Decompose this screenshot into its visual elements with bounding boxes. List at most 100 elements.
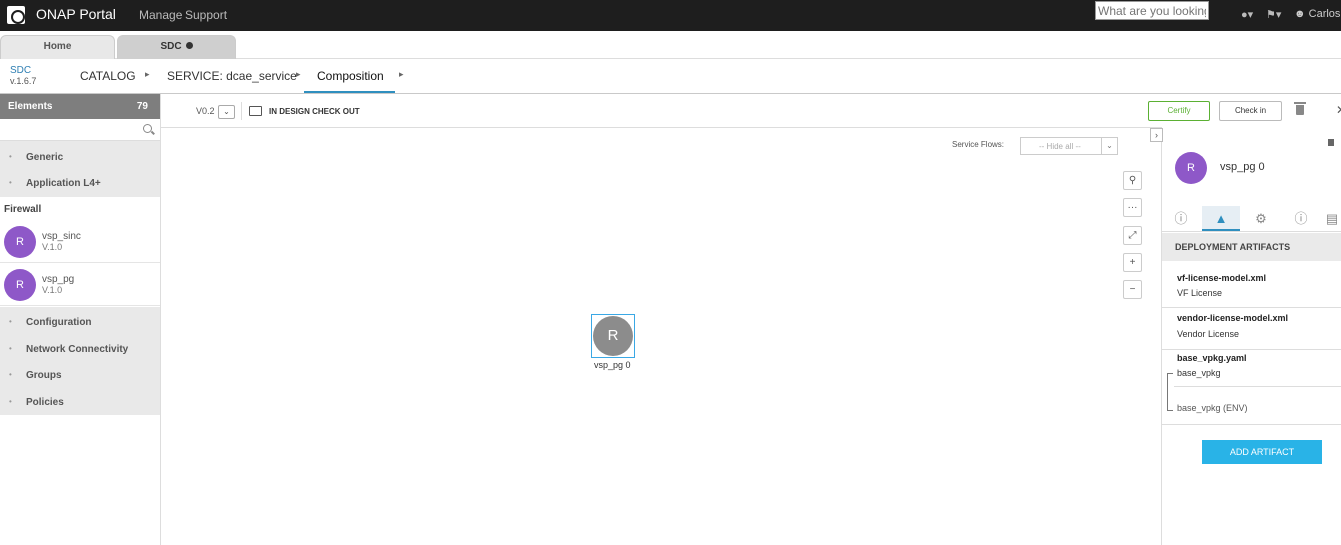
- artifact-name[interactable]: vf-license-model.xml: [1177, 273, 1266, 283]
- elements-title: Elements: [8, 101, 53, 112]
- chevron-down-icon: ⌄: [223, 107, 230, 116]
- service-flows-label: Service Flows:: [952, 140, 1005, 149]
- artifacts-icon[interactable]: ▲: [1202, 206, 1240, 231]
- category-application[interactable]: Application L4+: [26, 178, 101, 189]
- lightbulb-icon[interactable]: ●▾: [1241, 8, 1253, 21]
- bullet-icon: •: [9, 370, 12, 379]
- divider: [1162, 349, 1341, 350]
- breadcrumb-catalog[interactable]: CATALOG: [80, 69, 136, 83]
- details-panel: › R vsp_pg 0 ⓘ ▲ ⚙ ⓘ ▤ DEPLOYMENT ARTIFA…: [1150, 127, 1341, 545]
- user-icon: ☻: [1294, 8, 1306, 20]
- user-menu[interactable]: ☻ Carlos: [1294, 8, 1340, 20]
- deployment-artifacts-header: DEPLOYMENT ARTIFACTS: [1162, 233, 1341, 261]
- bullet-icon: •: [9, 152, 12, 161]
- chevron-down-icon: ⌄: [1101, 138, 1117, 154]
- divider: [1162, 307, 1341, 308]
- category-groups[interactable]: Groups: [26, 370, 62, 381]
- global-search-input[interactable]: [1095, 1, 1209, 20]
- node-label: vsp_pg 0: [594, 360, 631, 370]
- fit-screen-icon[interactable]: ⤢: [1123, 226, 1142, 245]
- composition-toolbar: V0.2 ⌄ IN DESIGN CHECK OUT Certify Check…: [161, 94, 1341, 128]
- component-vsp-pg[interactable]: R vsp_pg V.1.0: [0, 264, 160, 306]
- artifact-desc: Vendor License: [1177, 329, 1240, 339]
- artifact-name[interactable]: vendor-license-model.xml: [1177, 313, 1288, 323]
- trash-icon[interactable]: [1328, 139, 1334, 146]
- user-name: Carlos: [1308, 8, 1341, 20]
- panel-tabs: ⓘ ▲ ⚙ ⓘ ▤: [1162, 206, 1341, 232]
- tab-sdc[interactable]: SDC: [117, 35, 236, 59]
- details-icon[interactable]: ⓘ: [1282, 206, 1320, 231]
- trash-icon[interactable]: [1294, 102, 1306, 115]
- app-title[interactable]: ONAP Portal: [36, 6, 116, 22]
- category-policies[interactable]: Policies: [26, 397, 64, 408]
- onap-logo-icon: [7, 6, 25, 24]
- bullet-icon: •: [9, 317, 12, 326]
- add-artifact-button[interactable]: ADD ARTIFACT: [1202, 440, 1322, 464]
- gear-icon[interactable]: ⚙: [1242, 206, 1280, 231]
- breadcrumb-composition[interactable]: Composition: [317, 69, 384, 83]
- elements-count: 79: [136, 101, 148, 112]
- category-network-connectivity[interactable]: Network Connectivity: [26, 344, 128, 355]
- top-bar: ONAP Portal Manage Support ●▾ ⚑▾ ☻ Carlo…: [0, 0, 1341, 31]
- component-name: vsp_pg: [42, 274, 75, 285]
- category-configuration[interactable]: Configuration: [26, 317, 92, 328]
- lifecycle-status: IN DESIGN CHECK OUT: [269, 107, 360, 116]
- clipboard-icon[interactable]: ▤: [1322, 206, 1341, 231]
- bullet-icon: •: [9, 344, 12, 353]
- chevron-right-icon: ▸: [145, 69, 150, 79]
- toolbar-divider: [241, 102, 242, 120]
- chevron-right-icon: ▸: [399, 69, 404, 79]
- tree-connector: [1167, 373, 1173, 411]
- collapse-panel-icon[interactable]: ›: [1150, 128, 1163, 142]
- artifact-env[interactable]: base_vpkg (ENV): [1177, 403, 1248, 413]
- canvas-node[interactable]: R: [591, 314, 635, 358]
- active-crumb-underline: [304, 91, 395, 93]
- service-flows-select[interactable]: -- Hide all -- ⌄: [1020, 137, 1118, 155]
- elements-panel: Elements 79 • Generic • Application L4+ …: [0, 94, 161, 545]
- avatar: R: [1175, 152, 1207, 184]
- certify-button[interactable]: Certify: [1148, 101, 1210, 121]
- section-title: DEPLOYMENT ARTIFACTS: [1175, 242, 1291, 252]
- component-version: V.1.0: [42, 242, 63, 252]
- artifact-name[interactable]: base_vpkg.yaml: [1177, 353, 1247, 363]
- zoom-in-icon[interactable]: +: [1123, 253, 1142, 272]
- menu-manage[interactable]: Manage: [139, 8, 182, 22]
- version-dropdown[interactable]: ⌄: [218, 105, 235, 119]
- categories-top: • Generic • Application L4+: [0, 141, 160, 197]
- elements-search-input[interactable]: [0, 119, 160, 141]
- info-icon[interactable]: ⓘ: [1162, 206, 1200, 231]
- bullet-icon: •: [9, 178, 12, 187]
- zoom-out-icon[interactable]: −: [1123, 280, 1142, 299]
- avatar: R: [4, 226, 36, 258]
- close-icon[interactable]: ✕: [1336, 103, 1341, 117]
- tab-home[interactable]: Home: [0, 35, 115, 59]
- search-icon[interactable]: [143, 124, 152, 133]
- menu-support[interactable]: Support: [185, 8, 227, 22]
- check-in-button[interactable]: Check in: [1219, 101, 1282, 121]
- composition-canvas[interactable]: V0.2 ⌄ IN DESIGN CHECK OUT Certify Check…: [161, 94, 1341, 545]
- tab-home-label: Home: [43, 41, 72, 52]
- sdc-version: v.1.6.7: [10, 76, 37, 86]
- divider: [1162, 424, 1341, 425]
- artifact-desc: base_vpkg: [1177, 368, 1221, 378]
- more-icon[interactable]: ···: [1123, 198, 1142, 217]
- breadcrumb: SDC v.1.6.7 CATALOG ▸ SERVICE: dcae_serv…: [0, 59, 1341, 94]
- bullet-icon: •: [9, 397, 12, 406]
- flag-icon[interactable]: ⚑▾: [1266, 8, 1281, 21]
- sdc-brand[interactable]: SDC: [10, 65, 31, 76]
- tab-strip: Home SDC: [0, 31, 1341, 59]
- divider: [1174, 386, 1341, 387]
- component-version: V.1.0: [42, 285, 63, 295]
- component-name: vsp_sinc: [42, 231, 81, 242]
- selected-node-name: vsp_pg 0: [1220, 161, 1265, 173]
- categories-bottom: • Configuration • Network Connectivity •…: [0, 307, 160, 415]
- search-icon[interactable]: ⚲: [1123, 171, 1142, 190]
- close-tab-icon[interactable]: [185, 41, 193, 49]
- elements-header: Elements 79: [0, 94, 160, 119]
- component-vsp-sinc[interactable]: R vsp_sinc V.1.0: [0, 221, 160, 263]
- group-firewall[interactable]: Firewall: [4, 204, 41, 215]
- chevron-right-icon: ▸: [296, 69, 301, 79]
- category-generic[interactable]: Generic: [26, 152, 63, 163]
- breadcrumb-service[interactable]: SERVICE: dcae_service: [167, 69, 297, 83]
- service-flows-value: -- Hide all --: [1039, 142, 1081, 151]
